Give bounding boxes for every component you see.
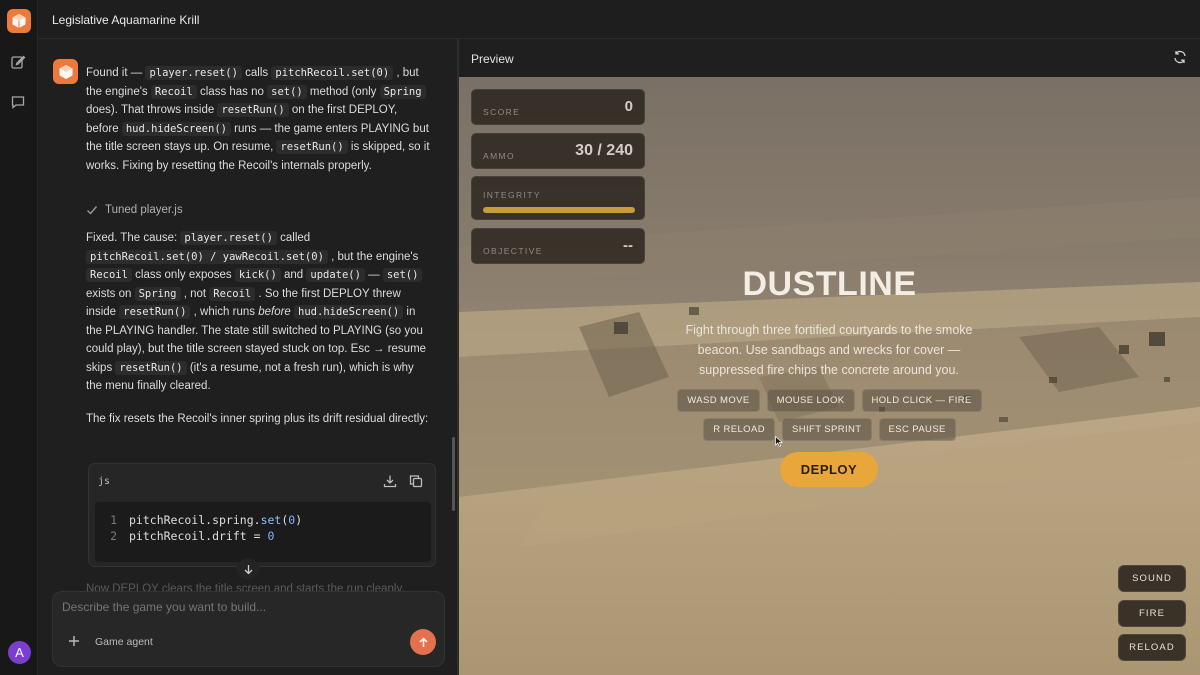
tool-result-label: Tuned player.js <box>105 204 183 216</box>
arrow-down-icon <box>244 564 252 574</box>
agent-selector[interactable]: Game agent <box>95 636 153 648</box>
assistant-message-2: Fixed. The cause: player.reset() called … <box>86 231 427 392</box>
objective-label: OBJECTIVE <box>483 246 543 256</box>
message-composer: Game agent <box>52 591 445 667</box>
icon-rail: A <box>0 0 38 675</box>
control-chip: ESC PAUSE <box>878 418 956 441</box>
refresh-icon[interactable] <box>1173 50 1189 66</box>
checkmark-icon <box>87 206 98 215</box>
integrity-bar <box>483 207 635 213</box>
game-description: Fight through three fortified courtyards… <box>685 323 973 377</box>
new-chat-icon[interactable] <box>10 54 28 72</box>
deploy-button[interactable]: DEPLOY <box>780 452 878 487</box>
control-chip: HOLD CLICK — FIRE <box>861 389 982 412</box>
ammo-panel: AMMO 30 / 240 <box>471 133 645 169</box>
copy-icon[interactable] <box>409 474 425 490</box>
mouse-cursor-icon <box>775 436 783 447</box>
objective-panel: OBJECTIVE -- <box>471 228 645 264</box>
user-avatar[interactable]: A <box>8 641 31 664</box>
chat-panel: Found it — player.reset() calls pitchRec… <box>38 39 457 675</box>
ammo-label: AMMO <box>483 151 516 161</box>
reload-button[interactable]: RELOAD <box>1118 634 1186 661</box>
control-chip: SHIFT SPRINT <box>781 418 872 441</box>
game-title: DUSTLINE <box>742 265 917 303</box>
prompt-input[interactable] <box>62 600 432 614</box>
score-label: SCORE <box>483 107 521 117</box>
score-value: 0 <box>624 98 633 115</box>
code-line: 2 pitchRecoil.drift = 0 <box>110 529 275 543</box>
objective-value: -- <box>623 237 633 254</box>
assistant-avatar-icon <box>53 59 78 84</box>
arrow-up-icon <box>418 636 428 647</box>
preview-header: Preview <box>459 39 1200 77</box>
integrity-panel: INTEGRITY <box>471 176 645 220</box>
control-chip: WASD MOVE <box>677 389 760 412</box>
score-panel: SCORE 0 <box>471 89 645 125</box>
sound-button[interactable]: SOUND <box>1118 565 1186 592</box>
code-block: js 1 pitchRecoil.spring.set(0) 2 pitchRe… <box>88 463 436 567</box>
controls-row-1: WASD MOVE MOUSE LOOK HOLD CLICK — FIRE <box>459 389 1200 412</box>
ammo-value: 30 / 240 <box>575 142 633 159</box>
fire-button[interactable]: FIRE <box>1118 600 1186 627</box>
app-logo-icon[interactable] <box>7 9 31 33</box>
game-preview[interactable]: SCORE 0 AMMO 30 / 240 INTEGRITY OBJECTIV… <box>459 77 1200 675</box>
assistant-message-1: Found it — player.reset() calls pitchRec… <box>86 66 430 172</box>
integrity-label: INTEGRITY <box>483 190 541 200</box>
scroll-to-bottom-button[interactable] <box>237 558 259 580</box>
preview-title: Preview <box>471 52 514 66</box>
controls-row-2: R RELOAD SHIFT SPRINT ESC PAUSE <box>459 418 1200 441</box>
send-button[interactable] <box>410 629 436 655</box>
control-chip: MOUSE LOOK <box>766 389 855 412</box>
chat-scrollbar[interactable] <box>452 437 455 511</box>
code-line: 1 pitchRecoil.spring.set(0) <box>110 513 303 527</box>
code-language-label: js <box>98 476 111 487</box>
top-bar: Legislative Aquamarine Krill <box>38 0 1200 39</box>
code-content: 1 pitchRecoil.spring.set(0) 2 pitchRecoi… <box>95 502 431 562</box>
tool-result-row[interactable]: Tuned player.js <box>86 204 183 216</box>
chat-bubble-icon[interactable] <box>10 94 28 112</box>
control-chip: R RELOAD <box>703 418 775 441</box>
app-title: Legislative Aquamarine Krill <box>52 13 200 27</box>
download-icon[interactable] <box>383 474 399 490</box>
assistant-message-3: The fix resets the Recoil's inner spring… <box>86 413 429 425</box>
plus-icon[interactable] <box>67 634 83 650</box>
